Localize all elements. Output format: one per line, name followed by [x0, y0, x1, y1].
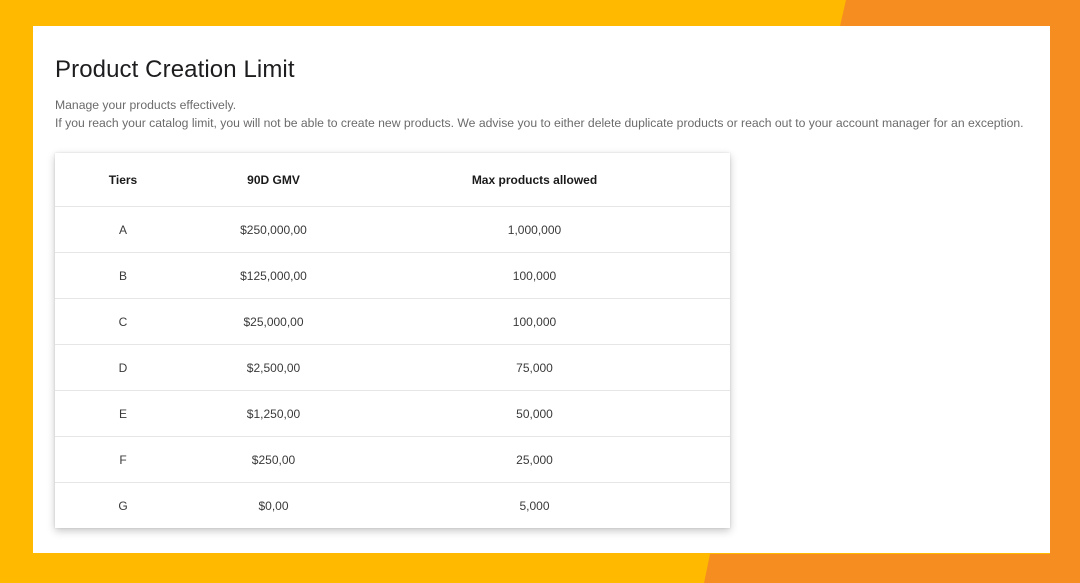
cell-max-products: 100,000	[356, 298, 713, 345]
cell-gmv: $2,500,00	[191, 344, 356, 391]
tier-limits-table: Tiers 90D GMV Max products allowed A $25…	[55, 153, 730, 528]
description-line-2: If you reach your catalog limit, you wil…	[55, 116, 1024, 130]
table-row: D $2,500,00 75,000	[55, 344, 730, 391]
cell-tier: A	[55, 206, 191, 253]
cell-spacer	[713, 206, 730, 253]
header-tiers: Tiers	[55, 153, 191, 207]
page-description: Manage your products effectively. If you…	[55, 96, 1045, 132]
cell-gmv: $250,00	[191, 436, 356, 483]
cell-gmv: $1,250,00	[191, 390, 356, 437]
cell-spacer	[713, 298, 730, 345]
header-90d-gmv: 90D GMV	[191, 153, 356, 207]
cell-max-products: 25,000	[356, 436, 713, 483]
content-panel: Product Creation Limit Manage your produ…	[33, 26, 1050, 553]
cell-spacer	[713, 252, 730, 299]
cell-spacer	[713, 483, 730, 529]
header-spacer	[713, 153, 730, 207]
cell-gmv: $125,000,00	[191, 252, 356, 299]
cell-spacer	[713, 390, 730, 437]
page-title: Product Creation Limit	[55, 56, 295, 83]
cell-max-products: 75,000	[356, 344, 713, 391]
cell-max-products: 50,000	[356, 390, 713, 437]
table-row: F $250,00 25,000	[55, 436, 730, 483]
table-row: A $250,000,00 1,000,000	[55, 206, 730, 253]
table-row: G $0,00 5,000	[55, 483, 730, 529]
cell-spacer	[713, 436, 730, 483]
cell-tier: F	[55, 436, 191, 483]
header-max-products: Max products allowed	[356, 153, 713, 207]
cell-gmv: $0,00	[258, 498, 289, 513]
description-line-1: Manage your products effectively.	[55, 98, 237, 112]
table-header-row: Tiers 90D GMV Max products allowed	[55, 153, 730, 207]
cell-max-products: 1,000,000	[356, 206, 713, 253]
cell-max-products: 100,000	[356, 252, 713, 299]
tier-limits-card: Tiers 90D GMV Max products allowed A $25…	[55, 153, 730, 528]
table-row: B $125,000,00 100,000	[55, 252, 730, 299]
cell-gmv: $25,000,00	[191, 298, 356, 345]
table-row: E $1,250,00 50,000	[55, 390, 730, 437]
cell-tier: E	[55, 390, 191, 437]
cell-max-products: 5,000	[519, 498, 550, 513]
cell-tier: G	[118, 498, 128, 513]
table-row: C $25,000,00 100,000	[55, 298, 730, 345]
cell-gmv: $250,000,00	[191, 206, 356, 253]
cell-tier: C	[55, 298, 191, 345]
cell-tier: D	[55, 344, 191, 391]
cell-tier: B	[55, 252, 191, 299]
background: Product Creation Limit Manage your produ…	[0, 0, 1080, 583]
cell-spacer	[713, 344, 730, 391]
